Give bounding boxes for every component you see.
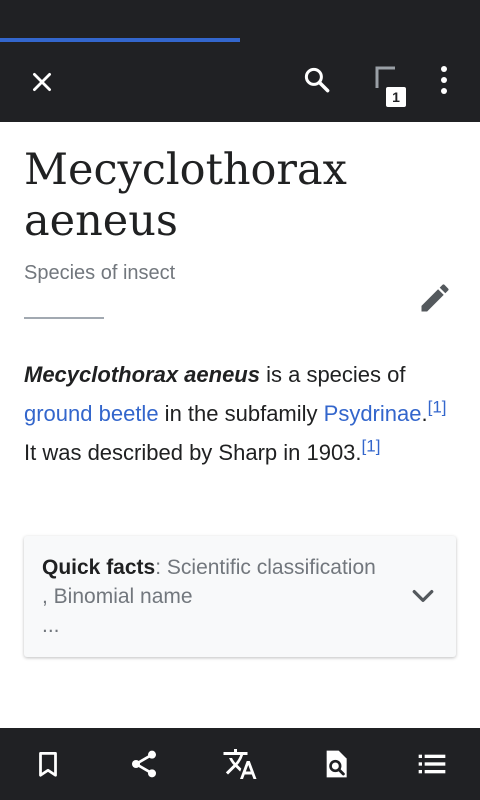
save-button[interactable]: [24, 740, 72, 788]
edit-description-button[interactable]: [414, 277, 456, 319]
overflow-menu-button[interactable]: [420, 56, 468, 104]
top-app-bar: 1: [0, 42, 480, 122]
bookmark-icon: [39, 752, 57, 777]
close-icon: [33, 73, 51, 91]
page-title: Mecyclothorax aeneus: [24, 145, 347, 246]
lead-paragraph: Mecyclothorax aeneus is a species of gro…: [24, 355, 456, 472]
share-button[interactable]: [120, 740, 168, 788]
tabs-count-badge: 1: [386, 87, 406, 107]
reference-link-2[interactable]: [1]: [362, 437, 381, 456]
link-psydrinae[interactable]: Psydrinae: [324, 401, 422, 426]
lead-text-2: in the subfamily: [158, 401, 324, 426]
search-button[interactable]: [293, 56, 341, 104]
article-subject-term: Mecyclothorax aeneus: [24, 362, 260, 387]
quick-facts-separator: :: [155, 556, 167, 579]
more-vertical-icon: [441, 66, 447, 94]
bottom-toolbar: [0, 728, 480, 800]
chevron-down-icon: [412, 590, 434, 602]
tabs-button[interactable]: 1: [366, 56, 414, 107]
page-description: Species of insect: [24, 262, 176, 284]
status-bar: [0, 0, 480, 38]
reference-link-1[interactable]: [1]: [428, 398, 447, 417]
contents-button[interactable]: [408, 740, 456, 788]
quick-facts-summary: Quick facts: Scientific classification ,…: [42, 553, 387, 640]
translate-icon: [223, 749, 257, 779]
list-icon: [418, 754, 446, 774]
close-button[interactable]: [18, 58, 66, 106]
share-icon: [132, 750, 156, 778]
quick-facts-ellipsis: ...: [42, 614, 60, 637]
quick-facts-label: Quick facts: [42, 556, 156, 579]
lead-text-4: It was described by Sharp in 1903.: [24, 440, 362, 465]
title-divider: [24, 317, 104, 319]
find-in-page-button[interactable]: [312, 740, 360, 788]
find-in-page-icon: [326, 750, 347, 778]
lead-text-1: is a species of: [259, 362, 406, 387]
quick-facts-expand-button[interactable]: [407, 580, 439, 612]
quick-facts-card[interactable]: Quick facts: Scientific classification ,…: [24, 536, 456, 657]
link-ground-beetle[interactable]: ground beetle: [24, 401, 159, 426]
search-icon: [304, 67, 330, 93]
languages-button[interactable]: [216, 740, 264, 788]
pencil-icon: [421, 284, 449, 312]
